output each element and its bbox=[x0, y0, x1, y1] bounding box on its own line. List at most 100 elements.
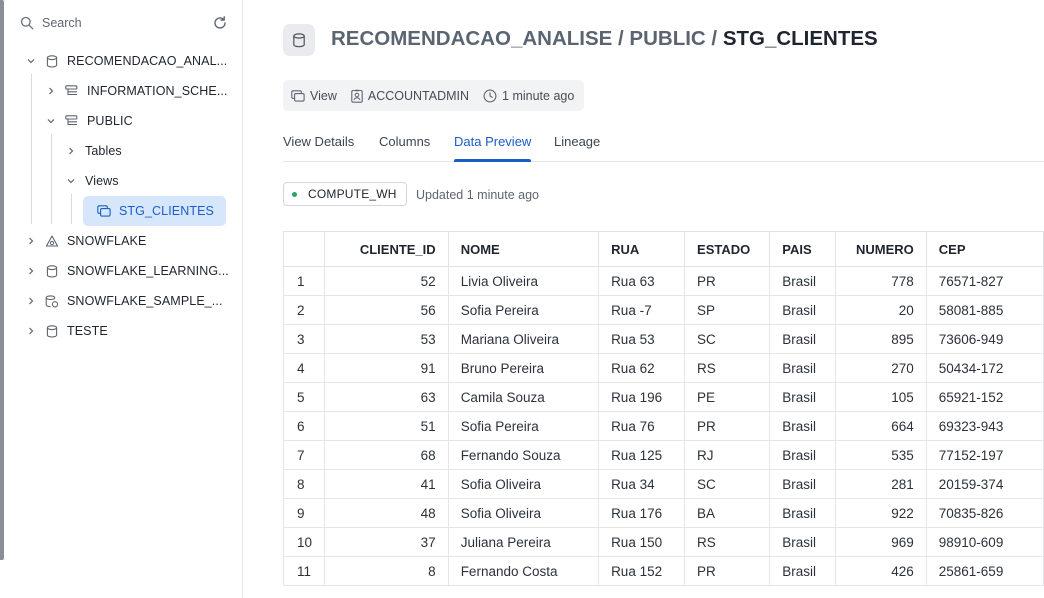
table-row[interactable]: 7 68 Fernando Souza Rua 125 RJ Brasil 535 77152… bbox=[282, 440, 1044, 470]
table-cell[interactable]: 70835-826 bbox=[925, 498, 1044, 528]
chevron-right-icon[interactable] bbox=[45, 85, 57, 97]
chevron-right-icon[interactable] bbox=[25, 235, 37, 247]
table-cell[interactable]: PR bbox=[684, 266, 771, 296]
table-cell[interactable]: Brasil bbox=[769, 382, 836, 412]
table-cell[interactable]: 63 bbox=[324, 382, 449, 412]
row-number[interactable]: 9 bbox=[282, 498, 326, 528]
tree-item-information-schema[interactable]: INFORMATION_SCHE... bbox=[45, 77, 228, 105]
table-row[interactable]: 6 51 Sofia Pereira Rua 76 PR Brasil 664 69323-9… bbox=[282, 411, 1044, 441]
table-cell[interactable]: 48 bbox=[324, 498, 449, 528]
table-cell[interactable]: Sofia Pereira bbox=[447, 295, 600, 325]
table-cell[interactable]: 50434-172 bbox=[925, 353, 1044, 383]
tree-item-views[interactable]: Views bbox=[65, 167, 119, 195]
tab-columns[interactable]: Columns bbox=[379, 134, 430, 149]
table-cell[interactable]: SC bbox=[684, 469, 771, 499]
table-cell[interactable]: RS bbox=[684, 527, 771, 557]
table-cell[interactable]: Rua 176 bbox=[598, 498, 686, 528]
table-cell[interactable]: SC bbox=[684, 324, 771, 354]
table-cell[interactable]: Camila Souza bbox=[447, 382, 600, 412]
table-cell[interactable]: Sofia Pereira bbox=[447, 411, 600, 441]
table-cell[interactable]: Brasil bbox=[769, 411, 836, 441]
table-cell[interactable]: Brasil bbox=[769, 266, 836, 296]
table-cell[interactable]: 8 bbox=[324, 556, 449, 586]
table-cell[interactable]: SP bbox=[684, 295, 771, 325]
table-cell[interactable]: Rua 76 bbox=[598, 411, 686, 441]
column-header[interactable] bbox=[282, 231, 326, 267]
tree-item-public[interactable]: PUBLIC bbox=[45, 107, 133, 135]
table-cell[interactable]: 922 bbox=[834, 498, 927, 528]
table-cell[interactable]: 270 bbox=[834, 353, 927, 383]
tree-item-recomendacao-analise[interactable]: RECOMENDACAO_ANAL... bbox=[25, 47, 227, 75]
column-header[interactable]: ESTADO bbox=[684, 231, 771, 267]
tree-item-tables[interactable]: Tables bbox=[65, 137, 122, 165]
table-cell[interactable]: Livia Oliveira bbox=[447, 266, 600, 296]
warehouse-selector[interactable]: COMPUTE_WH bbox=[283, 182, 407, 206]
tree-item-stg-clientes[interactable]: STG_CLIENTES bbox=[83, 196, 226, 226]
table-cell[interactable]: Rua -7 bbox=[598, 295, 686, 325]
row-number[interactable]: 5 bbox=[282, 382, 326, 412]
tab-view-details[interactable]: View Details bbox=[283, 134, 354, 149]
table-cell[interactable]: 98910-609 bbox=[925, 527, 1044, 557]
table-cell[interactable]: Rua 53 bbox=[598, 324, 686, 354]
table-cell[interactable]: Brasil bbox=[769, 295, 836, 325]
table-cell[interactable]: 51 bbox=[324, 411, 449, 441]
scrollbar-thumb[interactable] bbox=[0, 0, 4, 560]
table-cell[interactable]: Sofia Oliveira bbox=[447, 498, 600, 528]
table-cell[interactable]: Brasil bbox=[769, 324, 836, 354]
column-header[interactable]: PAIS bbox=[769, 231, 836, 267]
chevron-right-icon[interactable] bbox=[25, 295, 37, 307]
chevron-down-icon[interactable] bbox=[65, 175, 77, 187]
row-number[interactable]: 2 bbox=[282, 295, 326, 325]
refresh-icon[interactable] bbox=[212, 15, 228, 31]
table-cell[interactable]: Brasil bbox=[769, 498, 836, 528]
row-number[interactable]: 11 bbox=[282, 556, 326, 586]
search-bar[interactable]: Search bbox=[20, 10, 228, 36]
row-number[interactable]: 6 bbox=[282, 411, 326, 441]
table-cell[interactable]: Sofia Oliveira bbox=[447, 469, 600, 499]
table-cell[interactable]: Rua 34 bbox=[598, 469, 686, 499]
table-cell[interactable]: PE bbox=[684, 382, 771, 412]
tree-item-snowflake[interactable]: SNOWFLAKE bbox=[25, 227, 146, 255]
table-cell[interactable]: Brasil bbox=[769, 440, 836, 470]
table-cell[interactable]: 53 bbox=[324, 324, 449, 354]
table-cell[interactable]: 56 bbox=[324, 295, 449, 325]
table-cell[interactable]: Fernando Costa bbox=[447, 556, 600, 586]
column-header[interactable]: CEP bbox=[925, 231, 1044, 267]
breadcrumb-path[interactable]: RECOMENDACAO_ANALISE / PUBLIC / bbox=[331, 27, 723, 50]
table-cell[interactable]: 25861-659 bbox=[925, 556, 1044, 586]
row-number[interactable]: 7 bbox=[282, 440, 326, 470]
tab-data-preview[interactable]: Data Preview bbox=[454, 134, 531, 149]
table-row[interactable]: 5 63 Camila Souza Rua 196 PE Brasil 105 65921-1… bbox=[282, 382, 1044, 412]
table-cell[interactable]: Brasil bbox=[769, 556, 836, 586]
table-cell[interactable]: 895 bbox=[834, 324, 927, 354]
table-cell[interactable]: 37 bbox=[324, 527, 449, 557]
table-row[interactable]: 4 91 Bruno Pereira Rua 62 RS Brasil 270 50434-1… bbox=[282, 353, 1044, 383]
table-row[interactable]: 8 41 Sofia Oliveira Rua 34 SC Brasil 281 20159-… bbox=[282, 469, 1044, 499]
row-number[interactable]: 8 bbox=[282, 469, 326, 499]
table-cell[interactable]: 76571-827 bbox=[925, 266, 1044, 296]
table-cell[interactable]: Rua 152 bbox=[598, 556, 686, 586]
table-cell[interactable]: Rua 196 bbox=[598, 382, 686, 412]
table-cell[interactable]: Brasil bbox=[769, 527, 836, 557]
table-cell[interactable]: RJ bbox=[684, 440, 771, 470]
column-header[interactable]: NOME bbox=[447, 231, 600, 267]
table-cell[interactable]: Bruno Pereira bbox=[447, 353, 600, 383]
table-cell[interactable]: 426 bbox=[834, 556, 927, 586]
table-cell[interactable]: Rua 63 bbox=[598, 266, 686, 296]
table-cell[interactable]: 535 bbox=[834, 440, 927, 470]
table-cell[interactable]: 20159-374 bbox=[925, 469, 1044, 499]
chevron-right-icon[interactable] bbox=[25, 265, 37, 277]
table-row[interactable]: 2 56 Sofia Pereira Rua -7 SP Brasil 20 58081-88… bbox=[282, 295, 1044, 325]
table-row[interactable]: 1 52 Livia Oliveira Rua 63 PR Brasil 778 76571-… bbox=[282, 266, 1044, 296]
table-cell[interactable]: Brasil bbox=[769, 353, 836, 383]
table-cell[interactable]: 68 bbox=[324, 440, 449, 470]
row-number[interactable]: 3 bbox=[282, 324, 326, 354]
chevron-right-icon[interactable] bbox=[65, 145, 77, 157]
table-cell[interactable]: Rua 150 bbox=[598, 527, 686, 557]
table-cell[interactable]: 69323-943 bbox=[925, 411, 1044, 441]
table-cell[interactable]: 281 bbox=[834, 469, 927, 499]
search-input[interactable]: Search bbox=[42, 16, 82, 30]
table-row[interactable]: 3 53 Mariana Oliveira Rua 53 SC Brasil 895 7360… bbox=[282, 324, 1044, 354]
tree-item-snowflake-sample[interactable]: SNOWFLAKE_SAMPLE_... bbox=[25, 287, 223, 315]
chevron-down-icon[interactable] bbox=[45, 115, 57, 127]
